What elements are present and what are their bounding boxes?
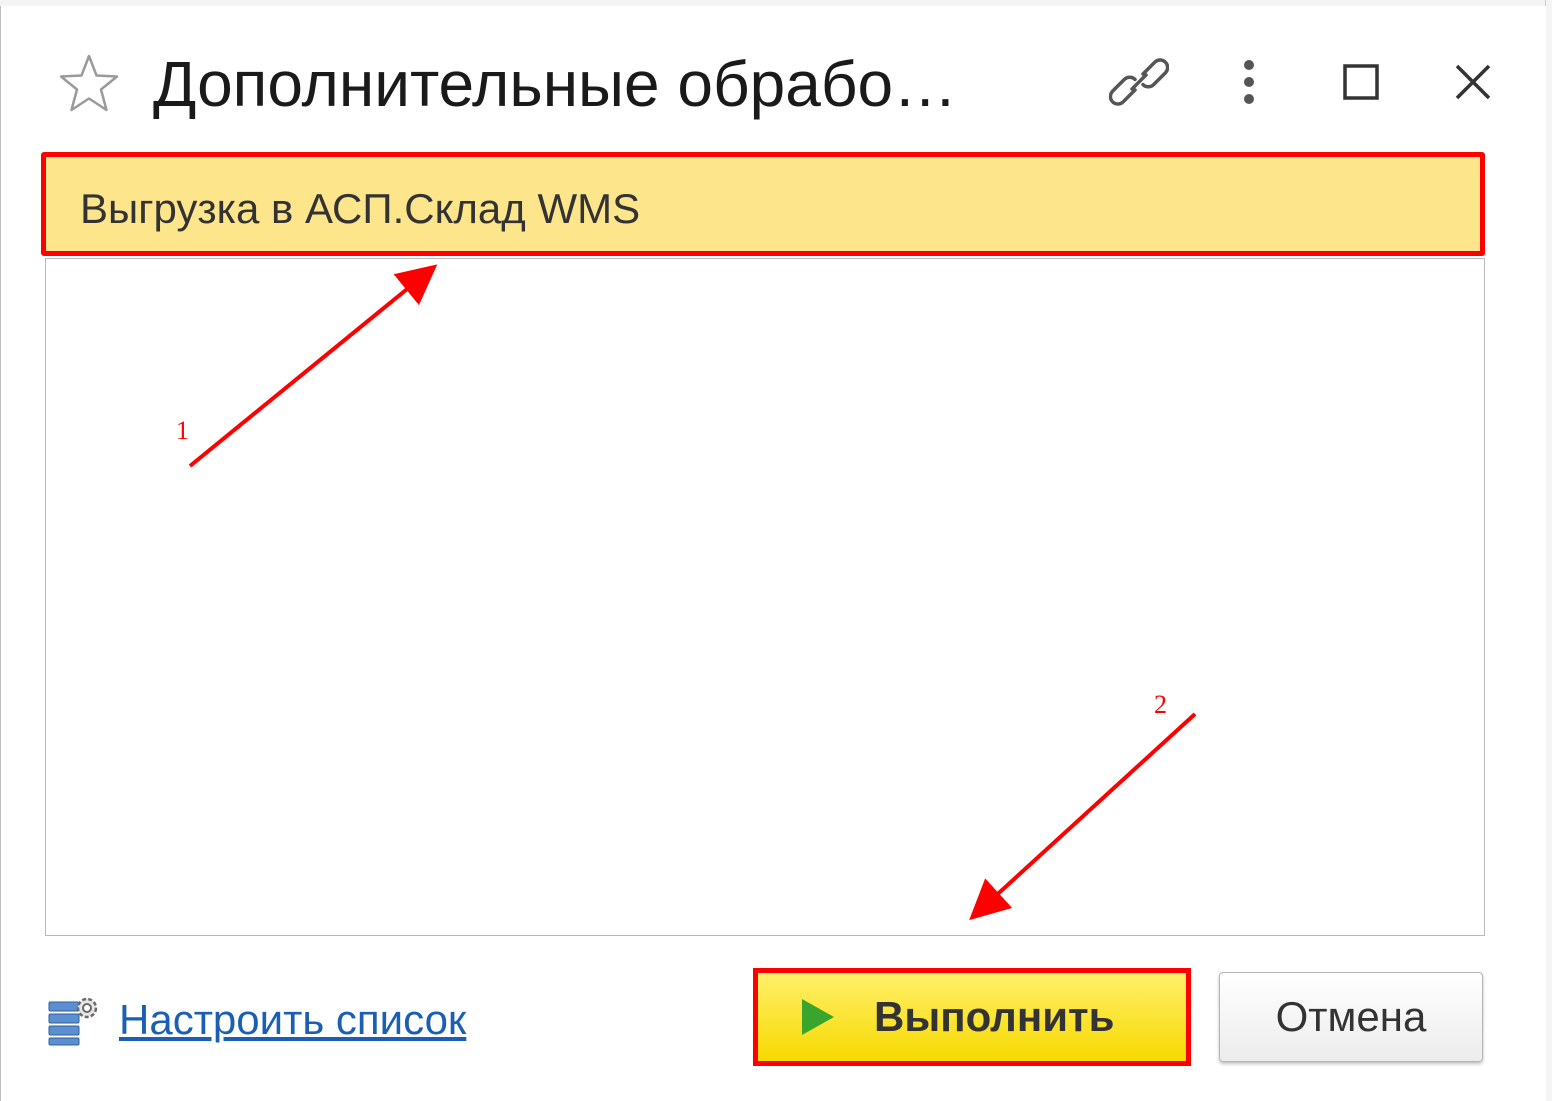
cancel-button[interactable]: Отмена xyxy=(1219,972,1483,1062)
background-window-edge-right xyxy=(1545,0,1552,1101)
play-icon xyxy=(802,999,834,1035)
star-icon[interactable] xyxy=(57,52,121,116)
list-item[interactable]: Выгрузка в АСП.Склад WMS xyxy=(41,152,1485,256)
list-settings-icon[interactable] xyxy=(47,994,103,1046)
processing-list[interactable] xyxy=(45,258,1485,936)
configure-list-link[interactable]: Настроить список xyxy=(119,996,466,1044)
dialog-title: Дополнительные обрабо… xyxy=(153,48,958,120)
annotation-number-2: 2 xyxy=(1154,690,1167,719)
maximize-button[interactable] xyxy=(1325,46,1397,118)
run-button-label: Выполнить xyxy=(874,993,1115,1040)
more-actions-button[interactable] xyxy=(1213,46,1285,118)
annotation-number-1: 1 xyxy=(176,416,189,445)
link-icon xyxy=(1109,58,1169,106)
close-button[interactable] xyxy=(1437,46,1509,118)
close-icon xyxy=(1455,64,1491,100)
more-vertical-icon xyxy=(1244,60,1254,104)
page: Дополнительные обрабо… Выгрузка в АСП.Ск… xyxy=(0,0,1552,1101)
run-button[interactable]: Выполнить xyxy=(753,968,1191,1066)
link-button[interactable] xyxy=(1103,46,1175,118)
additional-processing-dialog: Дополнительные обрабо… Выгрузка в АСП.Ск… xyxy=(0,6,1546,1101)
maximize-icon xyxy=(1343,64,1379,100)
list-item-label: Выгрузка в АСП.Склад WMS xyxy=(80,185,641,232)
